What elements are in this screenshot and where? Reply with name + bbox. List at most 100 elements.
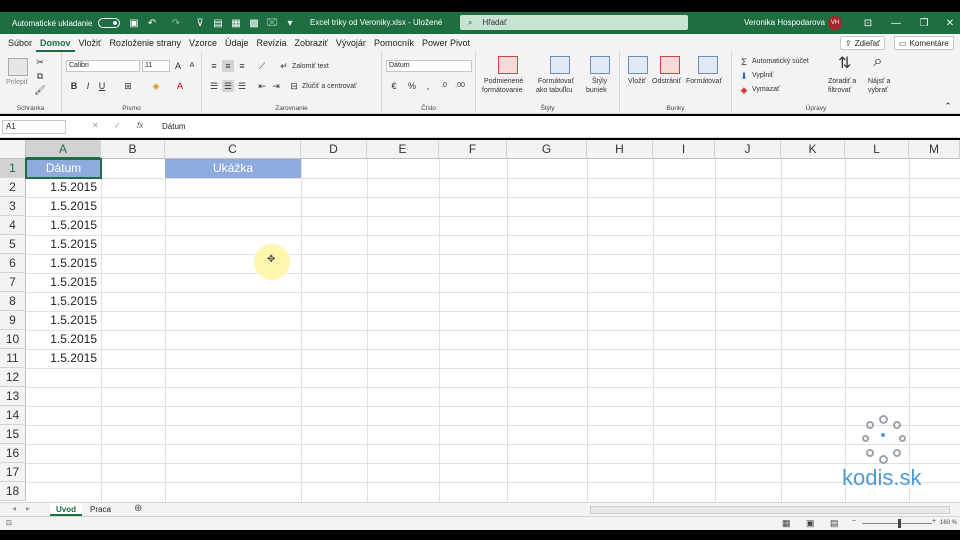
tab-vlozit[interactable]: Vložiť — [75, 34, 106, 52]
column-header-e[interactable]: E — [367, 140, 439, 159]
sheet-tab-praca[interactable]: Praca — [84, 503, 117, 516]
share-button[interactable]: ⇪ Zdieľať — [840, 36, 886, 50]
insert-cells-label[interactable]: Vložiť — [628, 78, 646, 85]
decrease-decimal-icon[interactable]: .00 — [454, 80, 466, 92]
row-header-15[interactable]: 15 — [0, 425, 26, 444]
tab-vyvojar[interactable]: Vývojár — [332, 34, 370, 52]
add-sheet-icon[interactable]: ⊕ — [134, 503, 142, 514]
cell-a2[interactable]: 1.5.2015 — [26, 178, 101, 197]
cut-icon[interactable]: ✂ — [34, 56, 46, 68]
redo-icon[interactable]: ↷ — [169, 16, 183, 30]
cell-a5[interactable]: 1.5.2015 — [26, 235, 101, 254]
avatar[interactable]: VH — [828, 16, 842, 30]
paste-icon[interactable] — [8, 58, 28, 76]
conditional-formatting-label-1[interactable]: Podmienené — [484, 78, 523, 85]
close-icon[interactable]: ✕ — [943, 16, 957, 30]
conditional-formatting-label-2[interactable]: formátovanie — [482, 87, 522, 94]
format-as-table-label-2[interactable]: ako tabuľku — [536, 87, 572, 94]
column-header-c[interactable]: C — [165, 140, 301, 159]
tab-rozlozenie[interactable]: Rozloženie strany — [105, 34, 185, 52]
tab-subor[interactable]: Súbor — [4, 34, 36, 52]
row-header-13[interactable]: 13 — [0, 387, 26, 406]
sort-filter-label-2[interactable]: filtrovať — [828, 87, 851, 94]
currency-icon[interactable]: € — [388, 80, 400, 92]
row-header-5[interactable]: 5 — [0, 235, 26, 254]
column-header-a[interactable]: A — [26, 140, 101, 159]
find-select-icon[interactable]: ⌕ — [872, 54, 884, 70]
row-header-3[interactable]: 3 — [0, 197, 26, 216]
sheet-tab-uvod[interactable]: Uvod — [50, 503, 82, 516]
grid-icon[interactable]: ▩ — [247, 16, 261, 30]
column-header-b[interactable]: B — [101, 140, 165, 159]
column-header-g[interactable]: G — [507, 140, 587, 159]
row-header-10[interactable]: 10 — [0, 330, 26, 349]
save-icon[interactable]: ▣ — [127, 16, 141, 30]
cell-styles-label-1[interactable]: Štýly — [592, 78, 607, 85]
number-format-combo[interactable]: Dátum — [386, 60, 472, 72]
orientation-icon[interactable]: ⟋ — [256, 60, 268, 72]
border-icon[interactable]: ⊞ — [122, 80, 134, 92]
format-painter-icon[interactable]: 🖌 — [34, 84, 46, 96]
cell-styles-icon[interactable] — [590, 56, 610, 74]
delete-cells-icon[interactable] — [660, 56, 680, 74]
grow-font-icon[interactable]: A — [172, 60, 184, 72]
column-header-i[interactable]: I — [653, 140, 715, 159]
ribbon-display-icon[interactable]: ⊡ — [861, 16, 875, 30]
align-left-icon[interactable]: ☰ — [208, 80, 220, 92]
column-header-j[interactable]: J — [715, 140, 781, 159]
zoom-slider-thumb[interactable] — [898, 519, 901, 528]
bold-button[interactable]: B — [68, 80, 80, 92]
spelling-icon[interactable]: ▤ — [211, 16, 225, 30]
tab-udaje[interactable]: Údaje — [221, 34, 253, 52]
row-header-16[interactable]: 16 — [0, 444, 26, 463]
increase-decimal-icon[interactable]: .0 — [438, 80, 450, 92]
tab-revizia[interactable]: Revízia — [253, 34, 291, 52]
merge-center-button[interactable]: Zlúčiť a centrovať — [302, 83, 357, 90]
row-header-6[interactable]: 6 — [0, 254, 26, 273]
column-header-h[interactable]: H — [587, 140, 653, 159]
format-cells-label[interactable]: Formátovať — [686, 78, 722, 85]
font-color-icon[interactable]: A — [174, 80, 186, 92]
zoom-out-icon[interactable]: − — [852, 518, 856, 525]
format-as-table-label-1[interactable]: Formátovať — [538, 78, 574, 85]
underline-button[interactable]: U — [96, 80, 108, 92]
cell-a10[interactable]: 1.5.2015 — [26, 330, 101, 349]
select-all-corner[interactable] — [0, 140, 26, 159]
paste-label[interactable]: Prilepiť — [6, 79, 28, 86]
normal-view-icon[interactable]: ▦ — [782, 518, 791, 529]
minimize-icon[interactable]: — — [889, 16, 903, 30]
row-header-2[interactable]: 2 — [0, 178, 26, 197]
tab-zobrazit[interactable]: Zobraziť — [291, 34, 332, 52]
row-header-8[interactable]: 8 — [0, 292, 26, 311]
worksheet-grid[interactable]: A B C D E F G H I J K L M 1 2 3 4 5 6 7 … — [0, 140, 960, 502]
align-middle-icon[interactable]: ≡ — [222, 60, 234, 72]
row-header-1[interactable]: 1 — [0, 159, 26, 178]
page-layout-view-icon[interactable]: ▣ — [806, 518, 815, 529]
row-header-12[interactable]: 12 — [0, 368, 26, 387]
column-header-d[interactable]: D — [301, 140, 367, 159]
macro-record-icon[interactable]: ⊡ — [6, 519, 12, 527]
undo-icon[interactable]: ↶ — [145, 16, 159, 30]
font-size-combo[interactable]: 11 — [142, 60, 170, 72]
cell-a6[interactable]: 1.5.2015 — [26, 254, 101, 273]
comma-icon[interactable]: , — [422, 80, 434, 92]
sort-filter-label-1[interactable]: Zoradiť a — [828, 78, 856, 85]
cell-styles-label-2[interactable]: buniek — [586, 87, 607, 94]
cell-a3[interactable]: 1.5.2015 — [26, 197, 101, 216]
align-top-icon[interactable]: ≡ — [208, 60, 220, 72]
format-as-table-icon[interactable] — [550, 56, 570, 74]
find-select-label-1[interactable]: Nájsť a — [868, 78, 890, 85]
search-box[interactable]: ⌕ Hľadať — [460, 15, 688, 30]
tab-vzorce[interactable]: Vzorce — [185, 34, 221, 52]
clear-button[interactable]: Vymazať — [752, 86, 780, 93]
collapse-ribbon-icon[interactable]: ⌃ — [942, 100, 954, 112]
row-header-11[interactable]: 11 — [0, 349, 26, 368]
column-header-m[interactable]: M — [909, 140, 960, 159]
column-header-k[interactable]: K — [781, 140, 845, 159]
horizontal-scrollbar[interactable] — [590, 506, 950, 514]
align-bottom-icon[interactable]: ≡ — [236, 60, 248, 72]
formula-input[interactable]: Dátum — [162, 122, 186, 131]
conditional-formatting-icon[interactable] — [498, 56, 518, 74]
copy-icon[interactable]: ⧉ — [34, 70, 46, 82]
tab-pomocnik[interactable]: Pomocník — [370, 34, 418, 52]
